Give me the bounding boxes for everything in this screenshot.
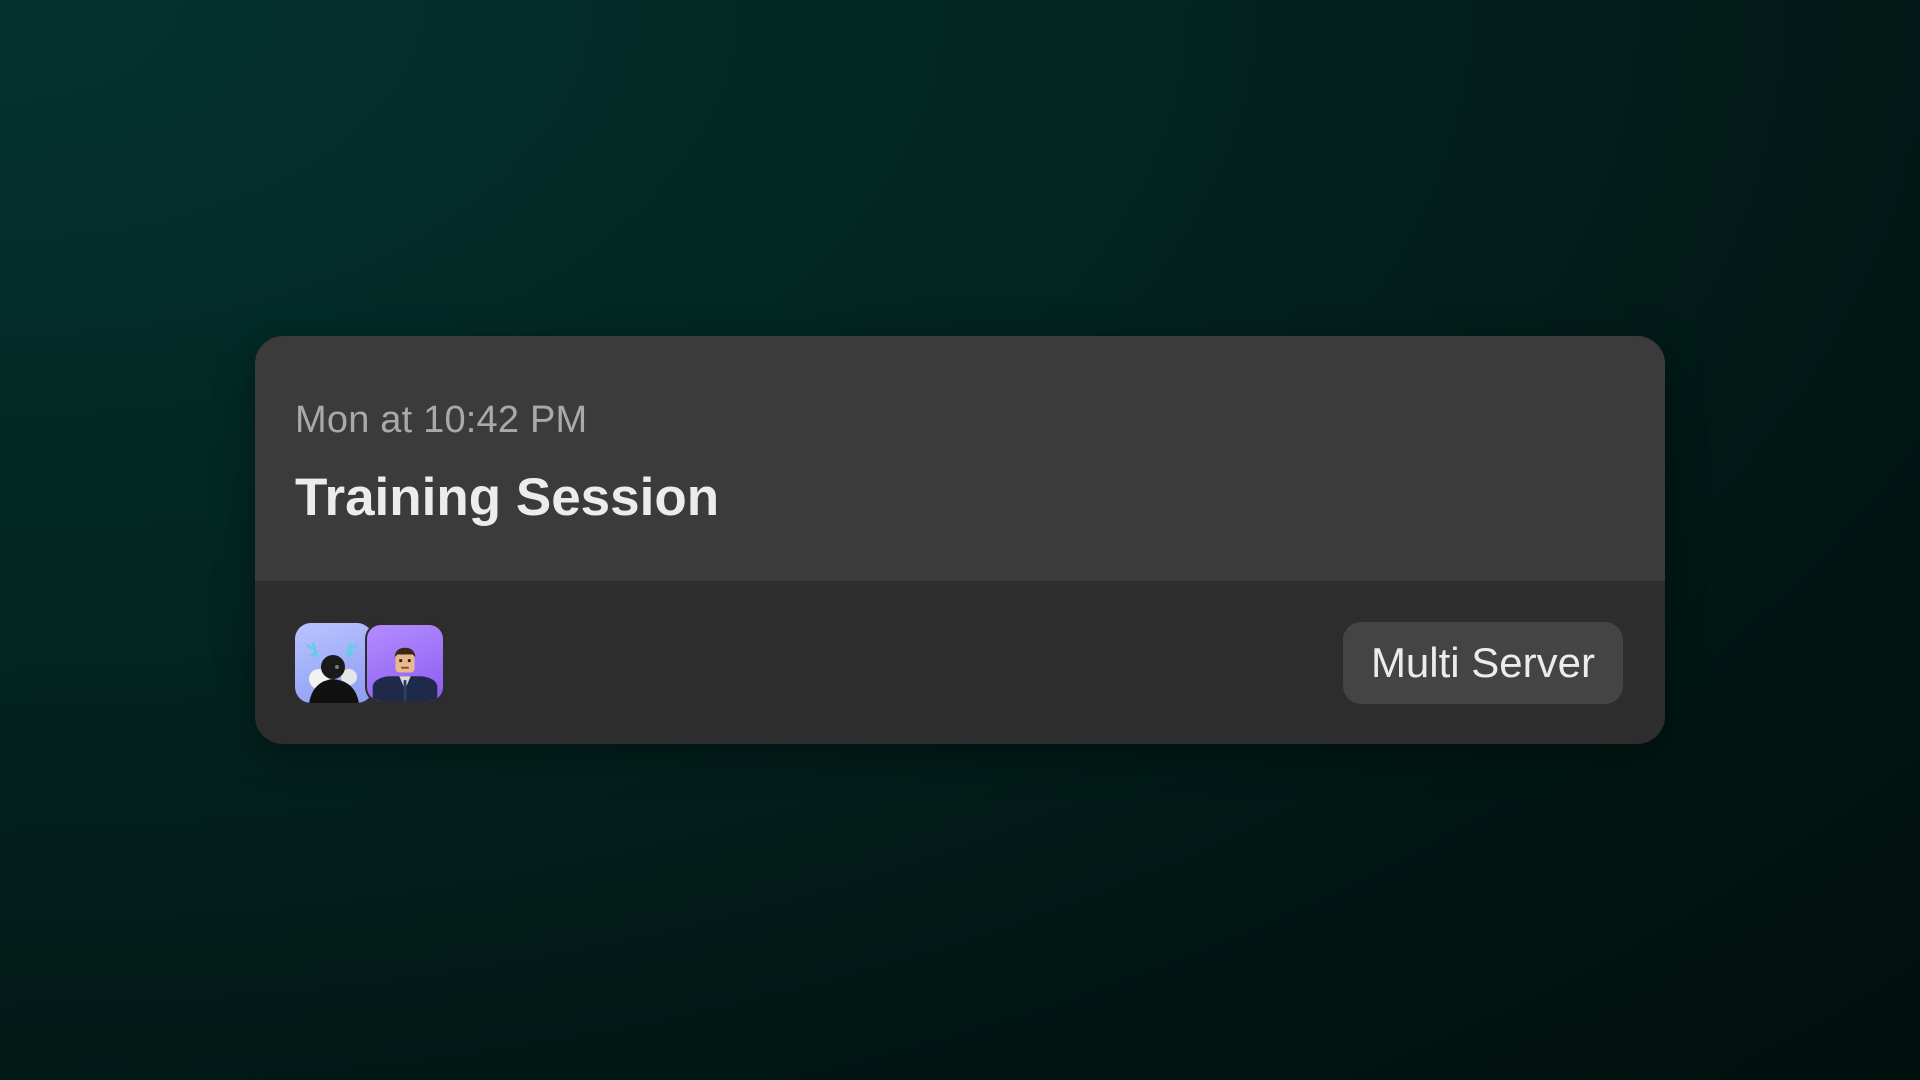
avatar-suited-character-icon	[372, 647, 438, 701]
event-card-header: Mon at 10:42 PM Training Session	[255, 336, 1665, 581]
avatar-dark-antlered-character-icon	[306, 642, 359, 703]
event-title: Training Session	[295, 468, 720, 527]
participant-avatar[interactable]	[295, 623, 373, 703]
participant-avatar[interactable]	[365, 623, 445, 703]
event-timestamp: Mon at 10:42 PM	[295, 399, 588, 441]
event-card[interactable]: Mon at 10:42 PM Training Session Multi S…	[255, 336, 1665, 744]
server-badge[interactable]: Multi Server	[1342, 622, 1623, 704]
participant-avatars[interactable]	[295, 623, 455, 703]
event-card-footer: Multi Server	[255, 581, 1665, 744]
